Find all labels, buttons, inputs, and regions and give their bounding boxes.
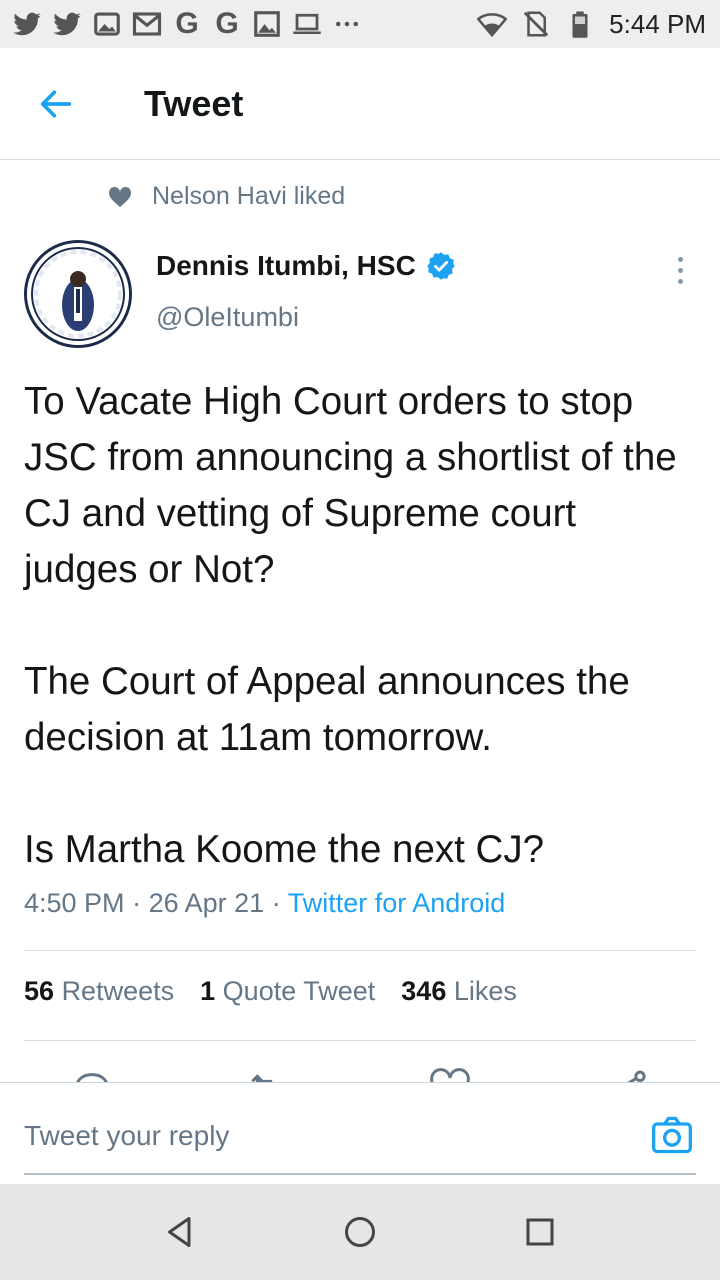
status-bar: G G 5:44 PM bbox=[0, 0, 720, 48]
author-handle[interactable]: @OleItumbi bbox=[156, 302, 299, 333]
notification-icons: G G bbox=[12, 9, 362, 39]
more-options-button[interactable] bbox=[664, 252, 696, 288]
meta-separator: · bbox=[132, 888, 142, 918]
reply-bar bbox=[0, 1082, 720, 1184]
tweet-stats: 56 Retweets 1 Quote Tweet 346 Likes bbox=[24, 976, 517, 1007]
divider bbox=[24, 1040, 696, 1041]
camera-button[interactable] bbox=[650, 1113, 694, 1157]
nav-recents-button[interactable] bbox=[518, 1210, 562, 1254]
retweets-label: Retweets bbox=[61, 976, 175, 1006]
quote-tweets-count: 1 bbox=[200, 976, 216, 1006]
google-icon: G bbox=[175, 7, 199, 40]
no-sim-icon bbox=[521, 9, 551, 39]
square-recents-icon bbox=[526, 1218, 554, 1246]
gmail-icon bbox=[132, 9, 162, 39]
quote-tweets-stat[interactable]: 1 Quote Tweet bbox=[200, 976, 375, 1007]
back-button[interactable] bbox=[26, 74, 86, 134]
meta-separator: · bbox=[271, 888, 281, 918]
tweet-actions bbox=[0, 1062, 720, 1084]
tweet-date: 26 Apr 21 bbox=[148, 888, 265, 918]
tweet-time: 4:50 PM bbox=[24, 888, 125, 918]
system-icons: 5:44 PM bbox=[477, 9, 706, 40]
page-title: Tweet bbox=[144, 82, 244, 124]
twitter-icon bbox=[52, 9, 82, 39]
nav-back-button[interactable] bbox=[158, 1210, 202, 1254]
camera-icon bbox=[652, 1116, 692, 1154]
author-name-row[interactable]: Dennis Itumbi, HSC bbox=[156, 250, 456, 282]
battery-icon bbox=[565, 9, 595, 39]
likes-count: 346 bbox=[401, 976, 447, 1006]
tweet-paragraph: The Court of Appeal announces the decisi… bbox=[24, 660, 630, 759]
app-header: Tweet bbox=[0, 48, 720, 160]
avatar[interactable] bbox=[24, 240, 132, 348]
status-time: 5:44 PM bbox=[609, 8, 706, 39]
dot-icon bbox=[677, 278, 683, 284]
google-icon: G bbox=[215, 7, 239, 40]
system-nav-bar bbox=[0, 1184, 720, 1280]
social-context-text: Nelson Havi liked bbox=[152, 182, 346, 210]
triangle-back-icon bbox=[168, 1217, 191, 1247]
more-icon bbox=[332, 9, 362, 39]
twitter-icon bbox=[12, 9, 42, 39]
reply-underline bbox=[24, 1173, 696, 1175]
circle-home-icon bbox=[345, 1217, 375, 1247]
author-name: Dennis Itumbi, HSC bbox=[156, 250, 416, 281]
tweet-meta: 4:50 PM · 26 Apr 21 · Twitter for Androi… bbox=[24, 888, 505, 919]
dot-icon bbox=[677, 256, 683, 262]
laptop-icon bbox=[292, 9, 322, 39]
heart-icon bbox=[108, 186, 132, 207]
reply-input[interactable] bbox=[24, 1111, 624, 1161]
arrow-left-icon bbox=[40, 90, 72, 117]
divider bbox=[24, 950, 696, 951]
avatar-image-icon bbox=[27, 243, 129, 345]
dot-icon bbox=[677, 267, 683, 273]
likes-label: Likes bbox=[453, 976, 517, 1006]
wifi-icon bbox=[477, 9, 508, 39]
retweets-count: 56 bbox=[24, 976, 55, 1006]
tweet-paragraph: Is Martha Koome the next CJ? bbox=[24, 828, 544, 871]
nav-home-button[interactable] bbox=[338, 1210, 382, 1254]
social-context[interactable]: Nelson Havi liked bbox=[108, 182, 345, 211]
photo-icon bbox=[252, 9, 282, 39]
quote-tweets-label: Quote Tweet bbox=[222, 976, 376, 1006]
tweet-text: To Vacate High Court orders to stop JSC … bbox=[24, 374, 696, 878]
tweet-source-link[interactable]: Twitter for Android bbox=[288, 888, 506, 918]
likes-stat[interactable]: 346 Likes bbox=[401, 976, 517, 1007]
tweet-paragraph: To Vacate High Court orders to stop JSC … bbox=[24, 380, 677, 591]
verified-badge-icon bbox=[427, 252, 455, 280]
retweets-stat[interactable]: 56 Retweets bbox=[24, 976, 174, 1007]
image-icon bbox=[92, 9, 122, 39]
